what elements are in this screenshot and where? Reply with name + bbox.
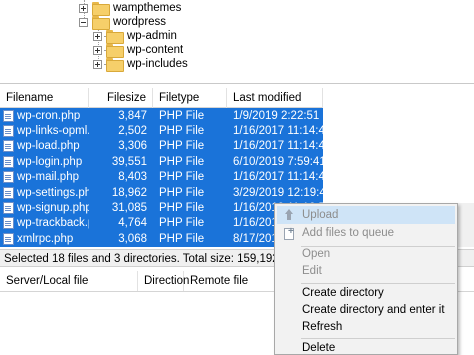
menu-item-label: Edit	[302, 265, 322, 277]
upload-arrow-icon	[283, 209, 295, 221]
folder-icon	[106, 58, 124, 72]
menu-item-label: Create directory	[302, 287, 384, 299]
tree-item-label: wordpress	[113, 16, 167, 28]
file-modified: 1/16/2017 11:14:49...	[233, 125, 323, 138]
column-header-direction[interactable]: Direction	[138, 271, 189, 291]
expand-icon[interactable]	[79, 3, 88, 13]
expand-icon[interactable]	[93, 45, 102, 55]
php-file-icon	[3, 186, 14, 199]
tree-item-wordpress[interactable]: wordpress	[79, 15, 167, 30]
menu-item-create-directory-and-enter[interactable]: Create directory and enter it	[277, 301, 455, 319]
menu-item-label: Refresh	[302, 321, 343, 333]
file-row[interactable]: wp-load.php 3,306 PHP File 1/16/2017 11:…	[0, 138, 323, 155]
php-file-icon	[3, 171, 14, 184]
file-row[interactable]: wp-mail.php 8,403 PHP File 1/16/2017 11:…	[0, 169, 323, 185]
file-type: PHP File	[159, 125, 205, 138]
folder-icon	[92, 2, 110, 16]
file-type: PHP File	[159, 171, 205, 184]
tree-item-wp-includes[interactable]: wp-includes	[93, 57, 188, 72]
file-size: 4,764	[118, 217, 147, 230]
file-modified: 6/10/2019 7:59:41 PM	[233, 155, 323, 168]
php-file-icon	[3, 232, 14, 245]
file-modified: 1/9/2019 2:22:51 PM	[233, 109, 323, 122]
php-file-icon	[3, 155, 14, 168]
file-type: PHP File	[159, 155, 205, 168]
tree-item-wp-content[interactable]: wp-content	[93, 43, 184, 58]
file-size: 39,551	[111, 155, 147, 168]
file-type: PHP File	[159, 217, 205, 230]
file-size: 3,847	[118, 109, 147, 122]
file-name: wp-login.php	[17, 155, 83, 168]
file-name: wp-links-opml....	[17, 125, 89, 138]
folder-icon	[92, 16, 110, 30]
menu-item-label: Add files to queue	[302, 227, 395, 239]
file-name: wp-signup.php	[17, 202, 89, 215]
file-size: 3,068	[118, 232, 147, 245]
add-to-queue-icon	[283, 227, 295, 240]
file-modified: 3/29/2019 12:19:48...	[233, 186, 323, 199]
file-size: 2,502	[118, 125, 147, 138]
menu-item-label: Open	[302, 248, 331, 260]
tree-item-label: wp-admin	[127, 30, 177, 42]
file-name: wp-mail.php	[17, 171, 79, 184]
file-name: wp-trackback.php	[17, 217, 89, 230]
directory-tree: wampthemes wordpress wp-admin wp-content…	[0, 0, 474, 84]
file-row[interactable]: wp-login.php 39,551 PHP File 6/10/2019 7…	[0, 154, 323, 170]
menu-item-label: Upload	[302, 209, 339, 221]
tree-item-wampthemes[interactable]: wampthemes	[79, 1, 182, 16]
php-file-icon	[3, 140, 14, 153]
expand-icon[interactable]	[93, 59, 102, 69]
file-type: PHP File	[159, 140, 205, 153]
column-header-last-modified[interactable]: Last modified	[227, 88, 323, 108]
file-name: xmlrpc.php	[17, 232, 74, 245]
php-file-icon	[3, 217, 14, 230]
file-row[interactable]: wp-cron.php 3,847 PHP File 1/9/2019 2:22…	[0, 108, 323, 124]
vertical-scrollbar[interactable]	[457, 203, 474, 247]
column-header-server-local-file[interactable]: Server/Local file	[0, 271, 138, 291]
file-type: PHP File	[159, 186, 205, 199]
menu-item-add-files-to-queue[interactable]: Add files to queue	[277, 224, 455, 242]
file-row[interactable]: wp-links-opml.... 2,502 PHP File 1/16/20…	[0, 123, 323, 139]
menu-item-label: Create directory and enter it	[302, 304, 445, 316]
tree-item-label: wp-includes	[127, 58, 188, 70]
php-file-icon	[3, 202, 14, 215]
php-file-icon	[3, 109, 14, 122]
file-size: 3,306	[118, 140, 147, 153]
menu-item-delete[interactable]: Delete	[277, 339, 455, 355]
file-list-header: Filename Filesize Filetype Last modified	[0, 88, 323, 108]
context-menu: Upload Add files to queue Open Edit Crea…	[274, 203, 458, 355]
folder-icon	[106, 30, 124, 44]
folder-icon	[106, 44, 124, 58]
file-name: wp-load.php	[17, 140, 80, 153]
expand-icon[interactable]	[93, 31, 102, 41]
file-type: PHP File	[159, 232, 205, 245]
tree-item-wp-admin[interactable]: wp-admin	[93, 29, 177, 44]
tree-item-label: wp-content	[127, 44, 184, 56]
column-header-remote-file[interactable]: Remote file	[184, 271, 284, 291]
php-file-icon	[3, 125, 14, 138]
file-name: wp-cron.php	[17, 109, 81, 122]
file-modified: 1/16/2017 11:14:49...	[233, 140, 323, 153]
menu-item-upload[interactable]: Upload	[277, 206, 455, 224]
menu-item-create-directory[interactable]: Create directory	[277, 284, 455, 302]
file-size: 31,085	[111, 202, 147, 215]
tree-item-label: wampthemes	[113, 2, 182, 14]
file-type: PHP File	[159, 202, 205, 215]
menu-item-open[interactable]: Open	[277, 245, 455, 263]
column-header-filename[interactable]: Filename	[0, 88, 89, 108]
file-size: 18,962	[111, 186, 147, 199]
column-header-filetype[interactable]: Filetype	[153, 88, 227, 108]
menu-item-refresh[interactable]: Refresh	[277, 318, 455, 336]
file-type: PHP File	[159, 109, 205, 122]
collapse-icon[interactable]	[79, 17, 88, 27]
column-header-filesize[interactable]: Filesize	[89, 88, 153, 108]
menu-item-edit[interactable]: Edit	[277, 262, 455, 280]
menu-item-label: Delete	[302, 342, 336, 354]
file-size: 8,403	[118, 171, 147, 184]
file-modified: 1/16/2017 11:14:49...	[233, 171, 323, 184]
file-name: wp-settings.php	[17, 186, 89, 199]
file-row[interactable]: wp-settings.php 18,962 PHP File 3/29/201…	[0, 184, 323, 201]
